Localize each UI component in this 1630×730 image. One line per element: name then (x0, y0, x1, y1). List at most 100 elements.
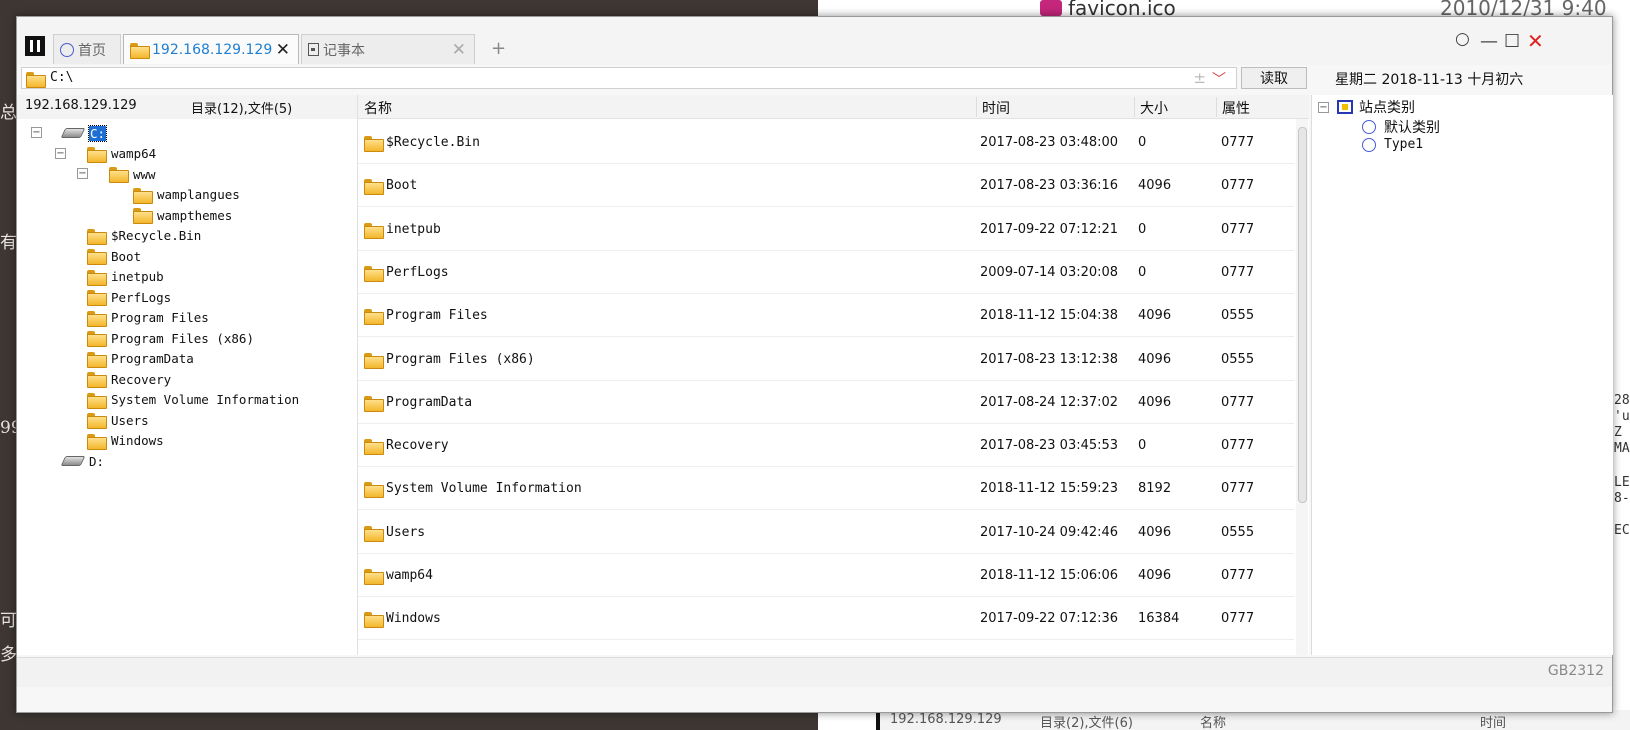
file-attr: 0555 (1221, 308, 1255, 324)
file-name: ProgramData (386, 394, 473, 410)
tab-notepad[interactable]: 记事本 ✕ (301, 34, 475, 64)
minimize-icon[interactable]: — (1480, 31, 1498, 52)
category-root[interactable]: − 站点类别 (1318, 97, 1415, 117)
tree-item-label: Program Files (x86) (111, 330, 254, 346)
tree-item[interactable]: wampthemes (133, 205, 232, 225)
file-row[interactable]: Program Files 2018-11-12 15:04:38 4096 0555 (358, 294, 1294, 338)
folder-icon (364, 222, 384, 239)
bg-text-fragment: 有 (0, 233, 17, 253)
drive-icon (60, 456, 86, 466)
file-size: 4096 (1138, 178, 1172, 194)
folder-icon (87, 228, 107, 245)
tree-item[interactable]: C: (60, 123, 108, 143)
tree-item-label: Boot (111, 248, 142, 264)
file-attr: 0777 (1221, 438, 1255, 454)
tree-item[interactable]: Users (87, 410, 149, 430)
category-item[interactable]: 默认类别 (1362, 117, 1440, 137)
file-row[interactable]: Windows 2017-09-22 07:12:36 16384 0777 (358, 597, 1294, 641)
file-row[interactable]: Boot 2017-08-23 03:36:16 4096 0777 (358, 164, 1294, 208)
category-item[interactable]: Type1 (1362, 137, 1423, 152)
file-row[interactable]: PerfLogs 2009-07-14 03:20:08 0 0777 (358, 251, 1294, 294)
tree-item[interactable]: Recovery (87, 369, 171, 389)
date-display: 星期二 2018-11-13 十月初六 (1335, 72, 1524, 88)
directory-tree-panel: 192.168.129.129 目录(12),文件(5) C: − wamp64 − w… (17, 95, 357, 655)
maximize-icon[interactable]: ☐ (1504, 31, 1520, 52)
tab-label: 192.168.129.129 (152, 41, 273, 58)
tree-item[interactable]: Program Files (x86) (87, 328, 254, 348)
close-window-icon[interactable]: ✕ (1527, 29, 1544, 53)
collapse-toggle-icon[interactable]: − (1318, 101, 1329, 113)
file-row[interactable]: System Volume Information 2018-11-12 15:5… (358, 467, 1294, 511)
tree-item[interactable]: Windows (87, 431, 164, 451)
bookmark-plus-icon[interactable]: ± (1193, 69, 1206, 87)
file-attr: 0777 (1221, 568, 1255, 583)
tree-item-label: PerfLogs (111, 289, 172, 305)
collapse-toggle-icon[interactable]: − (77, 168, 88, 179)
file-row[interactable]: wamp64 2018-11-12 15:06:06 4096 0777 (358, 554, 1294, 597)
file-attr: 0777 (1221, 221, 1255, 237)
tree-item[interactable]: wamp64 (87, 144, 156, 164)
add-tab-icon[interactable]: + (491, 38, 506, 59)
file-size: 4096 (1138, 351, 1172, 367)
tree-item-label: wampthemes (157, 207, 233, 223)
tree-item[interactable]: Boot (87, 246, 141, 266)
folder-icon (109, 167, 129, 183)
pin-circle-icon[interactable]: ○ (1455, 29, 1470, 49)
column-size[interactable]: 大小 (1140, 98, 1168, 118)
file-name: $Recycle.Bin (386, 135, 480, 150)
column-time[interactable]: 时间 (982, 98, 1010, 118)
file-time: 2017-08-23 03:45:53 (980, 438, 1119, 454)
chevron-down-icon[interactable]: ﹀ (1212, 69, 1226, 89)
file-list: 名称 时间 大小 属性 $Recycle.Bin 2017-08-23 03:48… (357, 95, 1309, 655)
close-tab-icon[interactable]: ✕ (452, 40, 466, 60)
file-row[interactable]: Program Files (x86) 2017-08-23 13:12:38 40… (358, 338, 1294, 381)
bg-text-fragment: 总 (0, 103, 17, 123)
file-size: 0 (1138, 135, 1147, 150)
tree-item-label: wamp64 (111, 146, 157, 161)
file-time: 2017-09-22 07:12:36 (980, 611, 1119, 627)
vertical-scrollbar[interactable] (1296, 119, 1308, 655)
tree-item[interactable]: PerfLogs (87, 287, 171, 307)
file-row[interactable]: ProgramData 2017-08-24 12:37:02 4096 0777 (358, 381, 1294, 424)
close-tab-icon[interactable]: ✕ (276, 40, 290, 60)
tree-item[interactable]: D: (60, 451, 104, 471)
tree-item[interactable]: www (109, 164, 156, 184)
tree-item[interactable]: $Recycle.Bin (87, 226, 201, 246)
tree-item[interactable]: System Volume Information (87, 390, 299, 410)
tree-item[interactable]: wamplangues (133, 185, 240, 205)
folder-icon (364, 569, 384, 585)
tree-item-label: C: (87, 124, 108, 142)
file-name: Boot (386, 178, 418, 194)
column-attr[interactable]: 属性 (1222, 98, 1250, 118)
file-attr: 0555 (1221, 351, 1255, 367)
drive-icon (60, 128, 86, 138)
file-name: Program Files (386, 308, 488, 324)
file-row[interactable]: Users 2017-10-24 09:42:46 4096 0555 (358, 511, 1294, 554)
file-size: 4096 (1138, 568, 1172, 583)
bg-name-col: 名称 (1200, 716, 1227, 730)
tree-item[interactable]: inetpub (87, 267, 164, 287)
tab-home[interactable]: 首页 (53, 34, 121, 64)
file-row[interactable]: inetpub 2017-09-22 07:12:21 0 0777 (358, 208, 1294, 251)
file-size: 0 (1138, 264, 1147, 280)
file-row[interactable]: $Recycle.Bin 2017-08-23 03:48:00 0 0777 (358, 121, 1294, 164)
collapse-toggle-icon[interactable]: − (55, 147, 66, 159)
tree-item[interactable]: Program Files (87, 308, 209, 328)
read-button[interactable]: 读取 (1241, 67, 1307, 89)
scrollbar-thumb[interactable] (1298, 127, 1307, 503)
tree-item[interactable]: ProgramData (87, 349, 194, 369)
tree-item-label: Recovery (111, 371, 172, 387)
file-time: 2018-11-12 15:04:38 (980, 308, 1119, 324)
bg-counts: 目录(2),文件(6) (1040, 716, 1133, 730)
file-name: Users (386, 524, 426, 540)
collapse-toggle-icon[interactable]: − (31, 127, 42, 138)
path-input[interactable]: C:\ ± ﹀ (21, 67, 1237, 89)
favicon-file-icon (1040, 0, 1062, 16)
tree-item-label: Program Files (111, 310, 209, 325)
category-root-label: 站点类别 (1359, 100, 1415, 116)
tab-remote-host[interactable]: 192.168.129.129 ✕ (123, 34, 299, 64)
file-row[interactable]: Recovery 2017-08-23 03:45:53 0 0777 (358, 424, 1294, 468)
tree-item-label: inetpub (111, 269, 164, 284)
column-name[interactable]: 名称 (364, 98, 392, 118)
encoding-label[interactable]: GB2312 (1548, 663, 1604, 679)
